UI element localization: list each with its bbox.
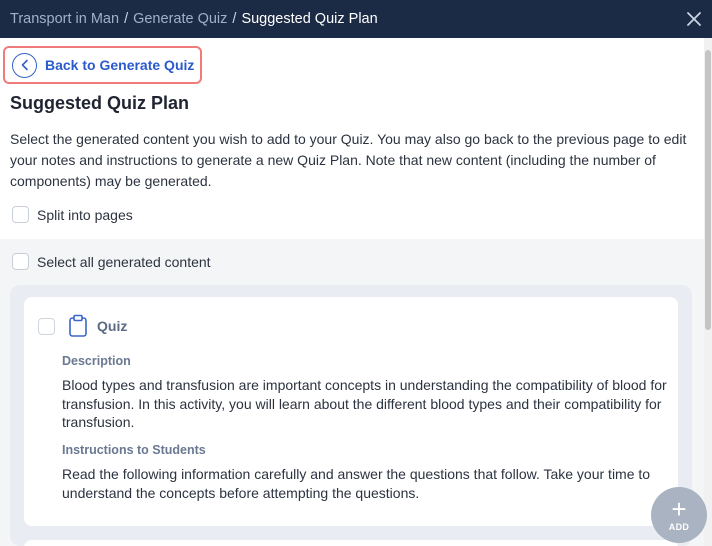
next-card <box>24 540 678 546</box>
select-all-label: Select all generated content <box>37 253 211 270</box>
back-button-label: Back to Generate Quiz <box>45 57 195 73</box>
scrollbar[interactable] <box>704 38 712 546</box>
chevron-left-icon <box>12 52 37 78</box>
instructions-label: Instructions to Students <box>62 443 206 457</box>
select-all-checkbox[interactable]: Select all generated content <box>12 253 211 270</box>
instructions-text: Read the following information carefully… <box>62 466 651 501</box>
checkbox-box[interactable] <box>12 253 29 270</box>
breadcrumb-separator: / <box>232 11 237 27</box>
plus-icon: + <box>671 494 687 524</box>
description-label: Description <box>62 354 131 368</box>
split-into-pages-label: Split into pages <box>37 206 133 223</box>
page-title: Suggested Quiz Plan <box>10 93 190 113</box>
scrollbar-thumb[interactable] <box>705 50 711 330</box>
top-bar: Transport in Man / Generate Quiz / Sugge… <box>0 0 712 38</box>
quiz-card-header: Quiz <box>38 314 127 338</box>
back-to-generate-quiz-button[interactable]: Back to Generate Quiz <box>3 46 202 84</box>
add-button[interactable]: + ADD <box>651 487 707 543</box>
description-text: Blood types and transfusion are importan… <box>62 377 667 430</box>
checkbox-box[interactable] <box>12 206 29 223</box>
quiz-type-label: Quiz <box>97 318 128 334</box>
close-icon[interactable] <box>684 9 704 29</box>
clipboard-icon <box>67 314 89 338</box>
split-into-pages-checkbox[interactable]: Split into pages <box>12 206 133 223</box>
quiz-checkbox[interactable] <box>38 317 55 335</box>
breadcrumb-separator: / <box>124 11 129 27</box>
intro-text: Select the generated content you wish to… <box>10 131 687 189</box>
breadcrumb-item-transport-in-man[interactable]: Transport in Man <box>10 11 119 27</box>
add-button-label: ADD <box>668 522 690 532</box>
breadcrumb-item-generate-quiz[interactable]: Generate Quiz <box>133 11 227 27</box>
breadcrumb: Transport in Man / Generate Quiz / Sugge… <box>10 11 378 27</box>
breadcrumb-current: Suggested Quiz Plan <box>241 11 378 27</box>
